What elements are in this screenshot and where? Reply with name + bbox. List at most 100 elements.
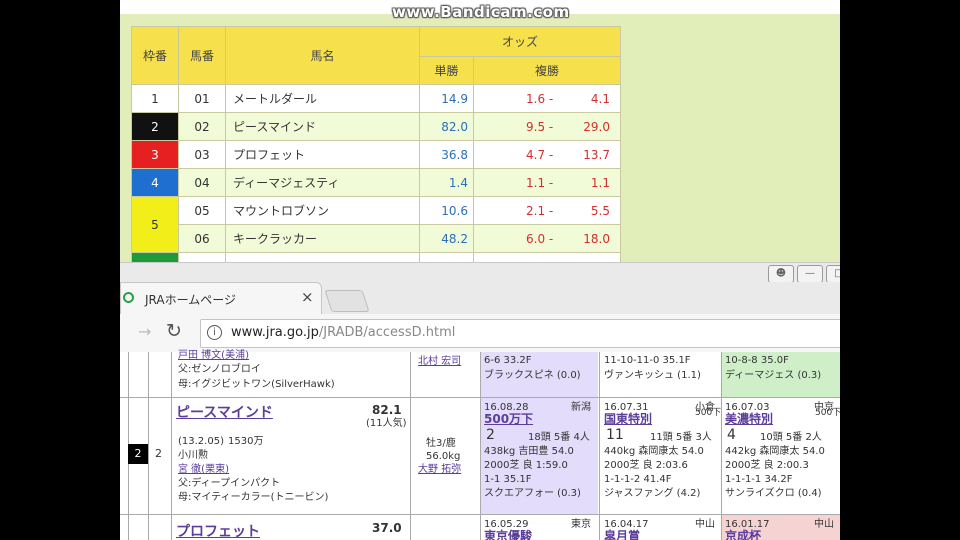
url-text[interactable]: www.jra.go.jp/JRADB/accessD.html bbox=[231, 325, 455, 340]
past-3-cond: 2000芝 良 2:00.3 bbox=[725, 460, 809, 471]
bandicam-watermark: www.Bandicam.com bbox=[392, 3, 570, 21]
past-1-finish: 2 bbox=[486, 427, 495, 443]
umaban-cell: 01 bbox=[178, 84, 226, 113]
past-1-winner: スクエアフォー (0.3) bbox=[484, 488, 581, 499]
umaban: 2 bbox=[155, 447, 162, 460]
odds-row: 06 キークラッカー 48.2 6.0 - 18.0 bbox=[132, 224, 621, 253]
tansho-odds: 14.9 bbox=[419, 84, 474, 113]
url-path: /JRADB/accessD.html bbox=[318, 325, 456, 340]
horse-weight: 56.0kg bbox=[426, 451, 461, 462]
horse-trainer-link[interactable]: 宮 徹(栗東) bbox=[178, 464, 229, 476]
next-past-1-race-link[interactable]: 東京優駿 bbox=[484, 530, 532, 540]
url-host: www.jra.go.jp bbox=[231, 325, 319, 340]
waku-cell: 4 bbox=[131, 168, 179, 197]
user-icon[interactable]: ☻ bbox=[768, 265, 794, 283]
past-2-race-link[interactable]: 国東特別 bbox=[604, 413, 652, 425]
odds-table: 枠番 馬番 馬名 オッズ 単勝 複勝 1 01 メートルダール 14.9 1.6… bbox=[131, 26, 621, 262]
tansho-odds: 36.8 bbox=[419, 140, 474, 169]
horse-sex-age: 牡3/鹿 bbox=[426, 438, 456, 449]
past-1-venue: 新潟 bbox=[571, 402, 591, 413]
new-tab-button[interactable] bbox=[324, 290, 370, 312]
odds-row-cut bbox=[131, 252, 621, 262]
tansho-odds: 48.2 bbox=[419, 224, 474, 253]
waku-badge: 2 bbox=[128, 444, 148, 464]
next-past-2-venue: 中山 bbox=[695, 519, 715, 530]
past-1-race-link[interactable]: 500万下 bbox=[484, 413, 533, 425]
maximize-button[interactable]: □ bbox=[826, 265, 840, 283]
horse-popularity: (11人気) bbox=[366, 418, 407, 429]
fukusho-low: 4.7 - bbox=[526, 147, 554, 162]
racecard-page: 戸田 博文(美浦) 父:ゼンノロブロイ 母:イグジビットワン(SilverHaw… bbox=[120, 350, 840, 540]
past-3-detail: 442kg 森岡康太 54.0 bbox=[725, 446, 825, 457]
umaban-cell: 03 bbox=[178, 140, 226, 169]
horse-odds: 82.1 bbox=[372, 403, 402, 417]
fukusho-high: 29.0 bbox=[583, 119, 610, 134]
forward-icon[interactable]: → bbox=[138, 322, 151, 341]
tab-jra[interactable]: JRAホームページ × bbox=[120, 282, 322, 315]
next-horse-odds: 37.0 bbox=[372, 521, 402, 535]
horse-name-cell: メートルダール bbox=[225, 84, 420, 113]
umaban-cell: 05 bbox=[178, 196, 226, 225]
fukusho-low: 1.6 - bbox=[526, 91, 554, 106]
horse-name-cell: ピースマインド bbox=[225, 112, 420, 141]
waku-cell: 3 bbox=[131, 140, 179, 169]
header-horse-name: 馬名 bbox=[225, 26, 420, 85]
past-3-pos: 1-1-1-1 34.2F bbox=[725, 474, 793, 485]
past-1-cond: 2000芝 良 1:59.0 bbox=[484, 460, 568, 471]
prev-trainer[interactable]: 戸田 博文(美浦) bbox=[178, 350, 249, 362]
fukusho-odds: 6.0 - 18.0 bbox=[473, 224, 621, 253]
umaban-cell: 02 bbox=[178, 112, 226, 141]
past-3-class: 500下 bbox=[815, 408, 840, 418]
minimize-button[interactable]: — bbox=[797, 265, 823, 283]
past-1-detail: 438kg 吉田豊 54.0 bbox=[484, 446, 574, 457]
horse-name-link[interactable]: ピースマインド bbox=[176, 406, 273, 420]
past-3-finish: 4 bbox=[727, 427, 736, 443]
horse-birth: (13.2.05) bbox=[178, 436, 224, 447]
fukusho-high: 4.1 bbox=[590, 91, 610, 106]
horse-name-cell: マウントロブソン bbox=[225, 196, 420, 225]
prev-jockey-link[interactable]: 北村 宏司 bbox=[418, 356, 461, 368]
prev-past-3-line2: ディーマジェス (0.3) bbox=[725, 370, 822, 381]
fukusho-odds: 2.1 - 5.5 bbox=[473, 196, 621, 225]
horse-dam: 母:マイティーカラー(トニービン) bbox=[178, 492, 329, 503]
past-3-field: 10頭 5番 2人 bbox=[760, 432, 822, 443]
info-icon[interactable]: i bbox=[207, 325, 222, 340]
fukusho-odds: 1.6 - 4.1 bbox=[473, 84, 621, 113]
past-3-race-link[interactable]: 美濃特別 bbox=[725, 413, 773, 425]
prev-past-2-line2: ヴァンキッシュ (1.1) bbox=[604, 370, 701, 381]
next-horse-name-link[interactable]: プロフェット bbox=[176, 525, 260, 539]
horse-jockey-link[interactable]: 大野 拓弥 bbox=[418, 464, 461, 476]
tansho-odds: 10.6 bbox=[419, 196, 474, 225]
tab-strip: JRAホームページ × bbox=[120, 282, 840, 315]
next-past-3-venue: 中山 bbox=[814, 519, 834, 530]
fukusho-low: 1.1 - bbox=[526, 175, 554, 190]
browser-toolbar: → ↻ i www.jra.go.jp/JRADB/accessD.html bbox=[120, 314, 840, 353]
header-fukusho: 複勝 bbox=[473, 56, 621, 85]
horse-prize: 1530万 bbox=[228, 436, 264, 447]
fukusho-high: 18.0 bbox=[583, 231, 610, 246]
screen: www.Bandicam.com 枠番 馬番 馬名 オッズ 単勝 複勝 1 01… bbox=[120, 0, 840, 540]
header-umaban: 馬番 bbox=[178, 26, 226, 85]
fukusho-high: 13.7 bbox=[583, 147, 610, 162]
tab-close-icon[interactable]: × bbox=[301, 288, 314, 306]
waku-cell: 5 bbox=[131, 196, 179, 253]
prev-past-3-line1: 10-8-8 35.0F bbox=[725, 355, 789, 366]
waku-cell bbox=[131, 252, 179, 262]
tab-title: JRAホームページ bbox=[145, 293, 237, 307]
next-past-3-race-link[interactable]: 京成杯 bbox=[725, 530, 761, 540]
past-2-cond: 2000芝 良 2:03.6 bbox=[604, 460, 688, 471]
reload-icon[interactable]: ↻ bbox=[166, 320, 182, 342]
next-past-2-race-link[interactable]: 皐月賞 bbox=[604, 530, 640, 540]
odds-row: 5 05 マウントロブソン 10.6 2.1 - 5.5 bbox=[131, 196, 621, 253]
header-odds: オッズ bbox=[419, 26, 621, 57]
fukusho-low: 2.1 - bbox=[526, 203, 554, 218]
jra-favicon-icon bbox=[123, 292, 134, 303]
fukusho-odds: 1.1 - 1.1 bbox=[473, 168, 621, 197]
odds-row: 3 03 プロフェット 36.8 4.7 - 13.7 bbox=[131, 140, 621, 169]
umaban-cell: 04 bbox=[178, 168, 226, 197]
address-bar[interactable]: i www.jra.go.jp/JRADB/accessD.html bbox=[200, 319, 840, 348]
prev-dam: 母:イグジビットワン(SilverHawk) bbox=[178, 379, 335, 390]
horse-name-cell: プロフェット bbox=[225, 140, 420, 169]
prev-past-1-line1: 6-6 33.2F bbox=[484, 355, 532, 366]
horse-name-cell: ディーマジェスティ bbox=[225, 168, 420, 197]
